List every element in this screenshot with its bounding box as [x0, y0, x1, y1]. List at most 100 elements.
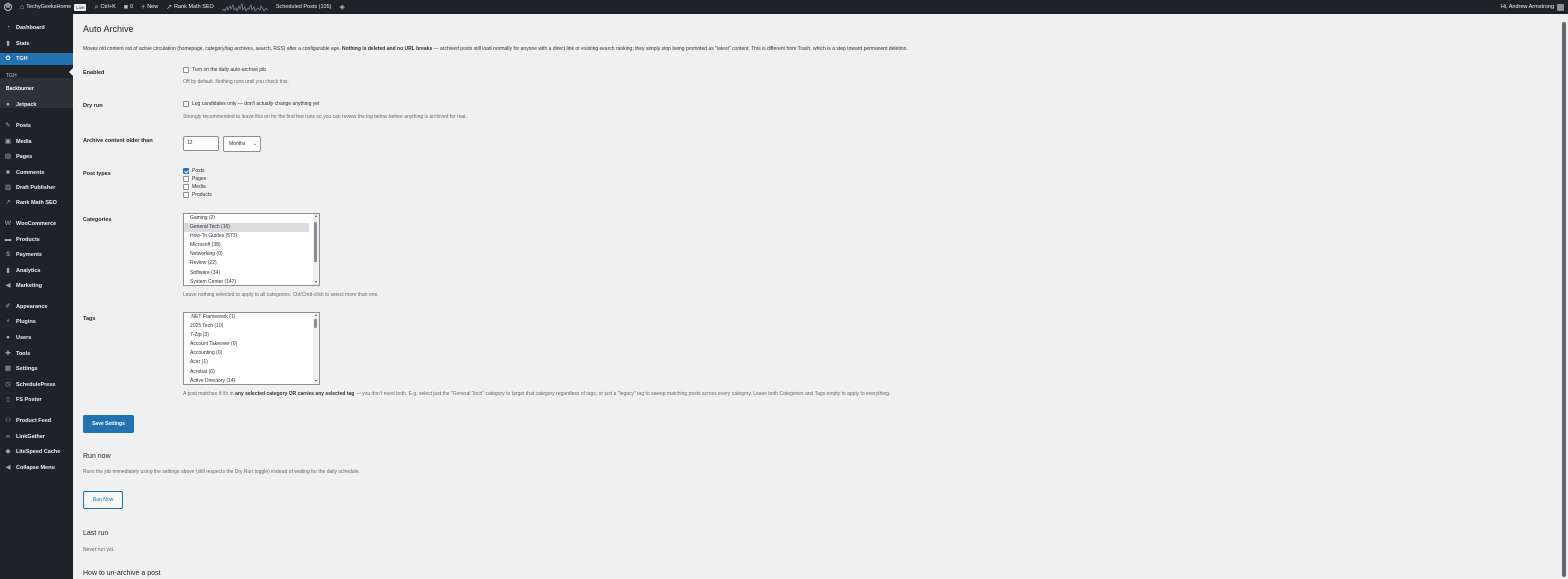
tag-option[interactable]: 2025 Tech (10) — [184, 322, 319, 331]
category-option[interactable]: Review (22) — [184, 259, 319, 268]
litespeed-icon: ◆ — [5, 447, 11, 455]
sidebar-item-linkgather[interactable]: ∞ LinkGather — [0, 431, 73, 443]
scroll-down-icon[interactable]: ▼ — [313, 280, 319, 285]
scroll-thumb[interactable] — [314, 222, 317, 262]
sidebar-item-tgh[interactable]: ✿ TGH — [0, 53, 73, 65]
scroll-thumb[interactable] — [314, 319, 317, 328]
tag-option[interactable]: Acer (1) — [184, 358, 319, 367]
stats-sparkline[interactable] — [218, 0, 272, 14]
category-option[interactable]: Software (34) — [184, 269, 319, 278]
tags-description: A post matches if it's in any selected c… — [183, 391, 891, 397]
settings-icon: ▦ — [4, 364, 12, 372]
enabled-field[interactable]: Turn on the daily auto-archive job — [183, 67, 266, 73]
save-settings-button[interactable]: Save Settings — [83, 415, 134, 433]
sidebar-item-posts[interactable]: ✎ Posts — [0, 120, 73, 132]
tags-scrollbar[interactable]: ▲ ▼ — [313, 313, 319, 384]
tag-option[interactable]: Accounting (0) — [184, 349, 319, 358]
posttype-pages-checkbox[interactable] — [183, 176, 189, 182]
scroll-down-icon[interactable]: ▼ — [313, 379, 319, 384]
comments-link[interactable]: ■ 0 — [120, 0, 137, 14]
age-unit-select[interactable]: Months ⌄ — [223, 136, 261, 152]
posttype-posts-checkbox[interactable] — [183, 168, 189, 174]
rank-math-menu[interactable]: ↗ Rank Math SEO — [162, 0, 218, 14]
dryrun-checkbox[interactable] — [183, 101, 189, 107]
posttype-products[interactable]: Products — [183, 192, 212, 198]
submenu-item-tgh[interactable]: TGH — [0, 70, 73, 81]
sidebar-item-comments[interactable]: ■ Comments — [0, 167, 73, 179]
posttype-posts[interactable]: Posts — [183, 168, 205, 174]
age-label: Archive content older than — [83, 138, 153, 144]
tag-option[interactable]: 7-Zip (3) — [184, 331, 319, 340]
sidebar-item-stats[interactable]: ▮ Stats — [0, 38, 73, 50]
main-content: Auto Archive Moves old content out of ac… — [83, 14, 1558, 579]
category-option[interactable]: System Center (147) — [184, 278, 319, 285]
diamond-icon: ◈ — [339, 3, 345, 11]
avatar[interactable] — [1557, 3, 1564, 11]
sidebar-item-plugins[interactable]: ⚡ Plugins — [0, 316, 73, 328]
age-number-input[interactable]: 12 — [183, 136, 219, 151]
category-option[interactable]: Microsoft (38) — [184, 241, 319, 250]
tags-label: Tags — [83, 316, 96, 322]
category-option[interactable]: How-To Guides (573) — [184, 232, 319, 241]
sidebar-item-jetpack[interactable]: ● Jetpack — [0, 99, 73, 111]
tag-option[interactable]: .NET Framework (1) — [184, 313, 319, 322]
posttype-products-checkbox[interactable] — [183, 192, 189, 198]
posttype-media-checkbox[interactable] — [183, 184, 189, 190]
sidebar-item-settings[interactable]: ▦ Settings — [0, 363, 73, 375]
category-option-selected[interactable]: General Tech (16) — [184, 223, 309, 233]
tag-option[interactable]: Acrobat (0) — [184, 368, 319, 377]
run-now-button[interactable]: Run Now — [83, 491, 123, 509]
sidebar-item-woocommerce[interactable]: W WooCommerce — [0, 218, 73, 230]
tags-multiselect[interactable]: .NET Framework (1) 2025 Tech (10) 7-Zip … — [183, 312, 320, 385]
diamond-menu[interactable]: ◈ — [335, 0, 350, 14]
scheduled-posts-link[interactable]: Scheduled Posts (105) — [272, 0, 336, 14]
dryrun-description: Strongly recommended to leave this on fo… — [183, 114, 467, 120]
posttype-pages[interactable]: Pages — [183, 176, 206, 182]
enabled-checkbox[interactable] — [183, 67, 189, 73]
user-greeting[interactable]: Hi, Andrew Armstrong — [1501, 4, 1554, 10]
sidebar-item-litespeed[interactable]: ◆ LiteSpeed Cache — [0, 446, 73, 458]
category-option[interactable]: Gaming (2) — [184, 214, 319, 223]
sidebar-item-fs-poster[interactable]: ▯ FS Poster — [0, 394, 73, 406]
admin-sidebar: ◔ Dashboard ▮ Stats ✿ TGH TGH Backburner ● J… — [0, 14, 73, 579]
submenu-item-backburner[interactable]: Backburner — [0, 83, 73, 94]
woocommerce-icon: W — [4, 219, 12, 227]
stats-icon: ▮ — [6, 39, 10, 47]
home-icon: ⌂ — [20, 3, 25, 11]
sidebar-item-dashboard[interactable]: ◔ Dashboard — [0, 22, 73, 34]
sidebar-item-marketing[interactable]: ◀ Marketing — [0, 280, 73, 292]
sidebar-item-tools[interactable]: ✚ Tools — [0, 348, 73, 360]
wordpress-logo[interactable]: W — [0, 0, 16, 14]
page-scroll-thumb[interactable] — [1562, 22, 1566, 577]
sidebar-item-draft-publisher[interactable]: ▥ Draft Publisher — [0, 182, 73, 194]
sidebar-item-pages[interactable]: ▤ Pages — [0, 151, 73, 163]
intro-text: Moves old content out of active circulat… — [83, 46, 908, 52]
sidebar-item-media[interactable]: ▣ Media — [0, 136, 73, 148]
new-content-menu[interactable]: + New — [137, 0, 162, 14]
category-option[interactable]: Networking (0) — [184, 250, 319, 259]
sidebar-item-rank-math[interactable]: ↗ Rank Math SEO — [0, 197, 73, 209]
site-name-link[interactable]: ⌂ TechyGeeksHome Live — [16, 0, 90, 14]
dryrun-field[interactable]: Log candidates only — don't actually cha… — [183, 101, 319, 107]
page-scrollbar[interactable] — [1560, 14, 1568, 579]
sidebar-item-appearance[interactable]: ✐ Appearance — [0, 301, 73, 313]
sidebar-item-analytics[interactable]: ▮ Analytics — [0, 265, 73, 277]
scroll-up-icon[interactable]: ▲ — [313, 214, 319, 219]
sidebar-item-product-feed[interactable]: ⚇ Product Feed — [0, 415, 73, 427]
search-icon: ⌕ — [94, 3, 99, 11]
enabled-label: Enabled — [83, 70, 105, 76]
tag-option[interactable]: Active Directory (14) — [184, 377, 319, 384]
sidebar-item-collapse-menu[interactable]: ◀ Collapse Menu — [0, 462, 73, 474]
sidebar-item-products[interactable]: ▬ Products — [0, 234, 73, 246]
tgh-icon: ✿ — [5, 54, 11, 62]
sidebar-item-payments[interactable]: $ Payments — [0, 249, 73, 261]
sidebar-item-schedulepress[interactable]: ◷ SchedulePress — [0, 379, 73, 391]
posts-icon: ✎ — [5, 121, 11, 129]
tag-option[interactable]: Account Takeover (0) — [184, 340, 319, 349]
categories-scrollbar[interactable]: ▲ ▼ — [313, 214, 319, 285]
posttype-media[interactable]: Media — [183, 184, 206, 190]
categories-multiselect[interactable]: Gaming (2) General Tech (16) How-To Guid… — [183, 213, 320, 286]
search-shortcut[interactable]: ⌕ Ctrl+K — [90, 0, 119, 14]
sidebar-item-users[interactable]: ● Users — [0, 332, 73, 344]
scroll-up-icon[interactable]: ▲ — [313, 313, 319, 318]
